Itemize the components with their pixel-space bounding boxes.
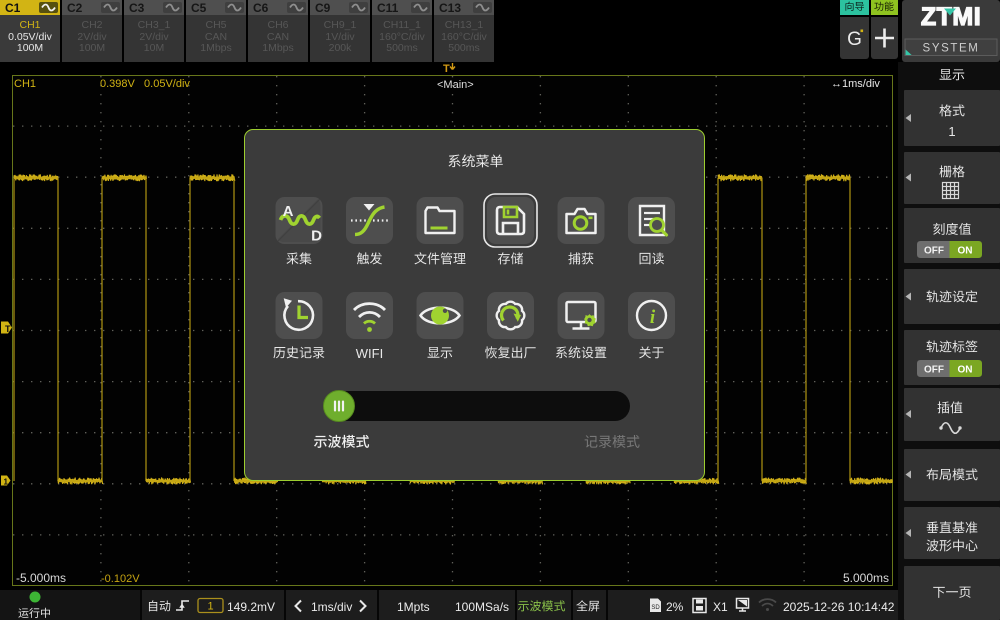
svg-text:i: i (650, 307, 656, 328)
svg-text:D: D (311, 228, 322, 245)
svg-text:A: A (283, 203, 294, 220)
